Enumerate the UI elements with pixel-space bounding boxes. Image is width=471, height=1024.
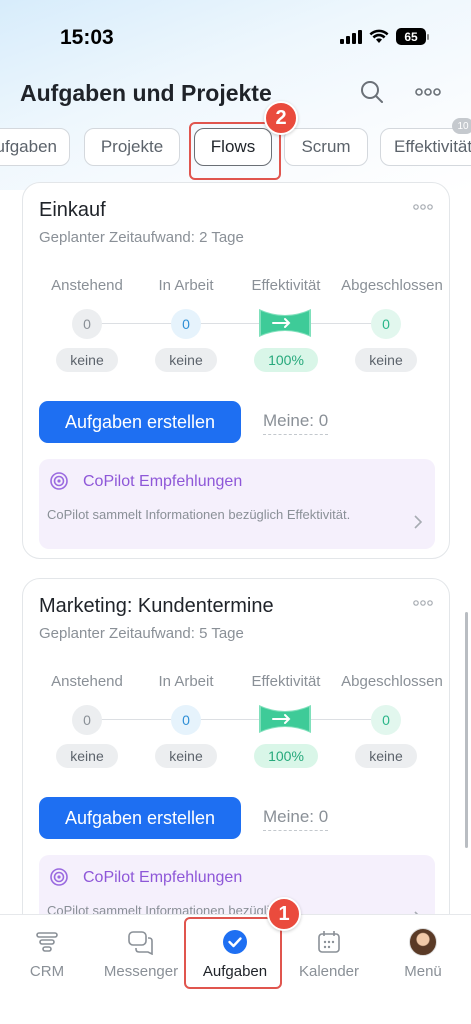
nav-label: CRM: [29, 963, 65, 980]
nav-kalender[interactable]: Kalender: [282, 915, 376, 1005]
stage-label-in-progress: In Arbeit: [158, 277, 214, 294]
more-button[interactable]: [412, 76, 444, 108]
nav-crm[interactable]: CRM: [0, 915, 94, 1005]
stage-count-in-progress[interactable]: 0: [171, 309, 201, 339]
status-bar: 15:03 65: [0, 0, 471, 76]
nav-messenger[interactable]: Messenger: [94, 915, 188, 1005]
stage-label-done: Abgeschlossen: [341, 277, 443, 294]
flow-planned-time: Geplanter Zeitaufwand: 2 Tage: [39, 229, 244, 246]
step-marker-2: 2: [264, 101, 298, 135]
more-dots-icon[interactable]: [413, 203, 433, 211]
scrollbar[interactable]: [465, 612, 468, 848]
nav-label: Menü: [404, 963, 442, 980]
nav-label: Messenger: [103, 963, 179, 980]
tab-label: Projekte: [100, 137, 164, 156]
tab-aufgaben[interactable]: Aufgaben: [0, 128, 70, 166]
my-tasks-link[interactable]: Meine: 0: [263, 411, 329, 435]
stage-status-in-progress: keine: [155, 348, 217, 372]
flow-title: Marketing: Kundentermine: [39, 595, 274, 617]
stage-status-done: keine: [355, 348, 417, 372]
copilot-title: CoPilot Empfehlungen: [83, 473, 243, 490]
signal-icon: [340, 29, 362, 44]
flow-card: Einkauf Geplanter Zeitaufwand: 2 Tage An…: [22, 182, 450, 559]
flow-title: Einkauf: [39, 199, 106, 221]
chat-icon: [126, 927, 156, 957]
stage-label-done: Abgeschlossen: [341, 673, 443, 690]
flow-planned-time: Geplanter Zeitaufwand: 5 Tage: [39, 625, 244, 642]
stage-count-pending[interactable]: 0: [72, 705, 102, 735]
status-time: 15:03: [60, 26, 114, 49]
avatar: [408, 927, 438, 957]
funnel-icon: [32, 927, 62, 957]
tab-projekte[interactable]: Projekte: [84, 128, 180, 166]
flow-card: Marketing: Kundentermine Geplanter Zeita…: [22, 578, 450, 914]
battery-tip: [427, 33, 429, 40]
stage-connector: [87, 719, 387, 720]
tab-label: Scrum: [301, 137, 351, 156]
more-dots-icon[interactable]: [413, 599, 433, 607]
chevron-right-icon: [414, 515, 423, 529]
stage-count-done[interactable]: 0: [371, 309, 401, 339]
stage-connector: [87, 323, 387, 324]
tab-label: Aufgaben: [0, 137, 57, 156]
create-tasks-button[interactable]: Aufgaben erstellen: [39, 401, 241, 443]
tab-highlight-box: [189, 122, 281, 180]
calendar-icon: [314, 927, 344, 957]
stage-status-pending: keine: [56, 744, 118, 768]
status-icons: 65: [340, 28, 429, 45]
tab-label: Effektivität: [394, 137, 471, 156]
copilot-recommendations[interactable]: CoPilot Empfehlungen CoPilot sammelt Inf…: [39, 459, 435, 549]
copilot-icon: [50, 868, 68, 886]
user-avatar: [409, 928, 437, 956]
wifi-icon: [369, 29, 389, 43]
stage-label-pending: Anstehend: [51, 277, 123, 294]
efficiency-percent: 100%: [254, 744, 318, 768]
page-title: Aufgaben und Projekte: [20, 80, 272, 106]
copilot-recommendations[interactable]: CoPilot Empfehlungen CoPilot sammelt Inf…: [39, 855, 435, 914]
nav-menu[interactable]: Menü: [376, 915, 470, 1005]
nav-label: Kalender: [298, 963, 360, 980]
stage-status-pending: keine: [56, 348, 118, 372]
copilot-text: CoPilot sammelt Informationen bezüglich: [47, 903, 284, 914]
tab-count-badge: 10: [452, 118, 471, 134]
more-dots-icon: [415, 88, 441, 96]
search-icon: [361, 81, 383, 103]
stage-status-done: keine: [355, 744, 417, 768]
copilot-icon: [50, 472, 68, 490]
stage-count-done[interactable]: 0: [371, 705, 401, 735]
hourglass-efficiency-icon: [259, 309, 311, 337]
copilot-title: CoPilot Empfehlungen: [83, 869, 243, 886]
stage-label-in-progress: In Arbeit: [158, 673, 214, 690]
my-tasks-link[interactable]: Meine: 0: [263, 807, 329, 831]
nav-highlight-box: [184, 917, 282, 989]
search-button[interactable]: [356, 76, 388, 108]
tab-scrum[interactable]: Scrum: [284, 128, 368, 166]
efficiency-percent: 100%: [254, 348, 318, 372]
stage-label-pending: Anstehend: [51, 673, 123, 690]
stage-count-pending[interactable]: 0: [72, 309, 102, 339]
hourglass-efficiency-icon: [259, 705, 311, 733]
stage-label-efficiency: Effektivität: [251, 277, 321, 294]
create-tasks-button[interactable]: Aufgaben erstellen: [39, 797, 241, 839]
battery-icon: 65: [396, 28, 426, 45]
flows-list: Einkauf Geplanter Zeitaufwand: 2 Tage An…: [0, 178, 471, 914]
step-marker-1: 1: [267, 897, 301, 931]
stage-status-in-progress: keine: [155, 744, 217, 768]
stage-count-in-progress[interactable]: 0: [171, 705, 201, 735]
stage-label-efficiency: Effektivität: [251, 673, 321, 690]
copilot-text: CoPilot sammelt Informationen bezüglich …: [47, 507, 351, 522]
